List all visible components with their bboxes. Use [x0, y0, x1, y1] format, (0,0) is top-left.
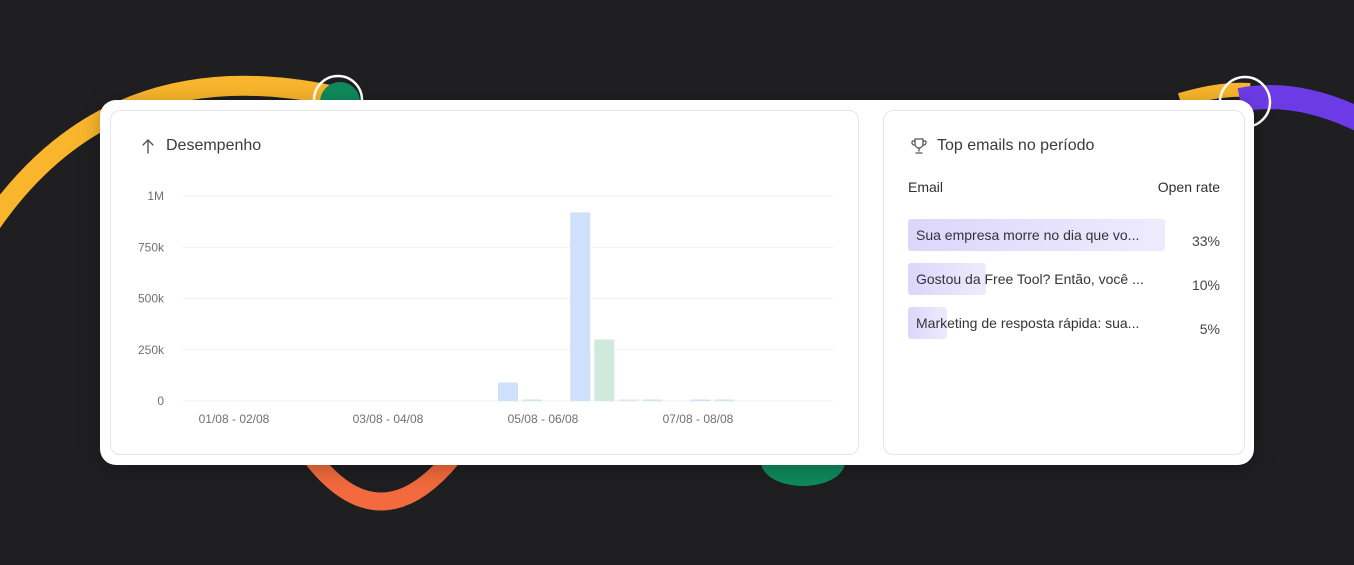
- y-tick-label: 750k: [138, 240, 165, 254]
- email-row[interactable]: Sua empresa morre no dia que vo... 33%: [908, 219, 1220, 251]
- email-bar-container: Marketing de resposta rápida: sua...: [908, 307, 1165, 339]
- chart-bar[interactable]: [618, 399, 639, 402]
- y-tick-label: 500k: [138, 292, 165, 306]
- performance-chart: 0 250k 500k 750k 1M 01/08 - 02/08 03/08 - 04/0…: [138, 189, 833, 426]
- chart-bar[interactable]: [522, 399, 543, 402]
- email-row[interactable]: Gostou da Free Tool? Então, você ... 10%: [908, 263, 1220, 295]
- top-emails-header: Top emails no período: [910, 137, 1094, 155]
- chart-bar[interactable]: [498, 382, 518, 401]
- email-open-rate: 33%: [1191, 233, 1220, 249]
- x-tick-label: 01/08 - 02/08: [199, 412, 270, 426]
- email-subject: Gostou da Free Tool? Então, você ...: [916, 271, 1144, 287]
- chart-bar[interactable]: [570, 212, 591, 401]
- x-tick-label: 07/08 - 08/08: [663, 412, 734, 426]
- y-tick-label: 1M: [147, 189, 164, 203]
- column-header-email: Email: [908, 179, 944, 195]
- email-bar-container: Sua empresa morre no dia que vo...: [908, 219, 1165, 251]
- trophy-icon: [910, 137, 928, 155]
- chart-bar[interactable]: [714, 399, 735, 402]
- y-tick-label: 0: [157, 394, 164, 408]
- x-tick-label: 05/08 - 06/08: [508, 412, 579, 426]
- chart-bar[interactable]: [594, 339, 615, 402]
- top-emails-list: Sua empresa morre no dia que vo... 33% Gos…: [908, 219, 1220, 351]
- email-subject: Sua empresa morre no dia que vo...: [916, 227, 1140, 243]
- email-open-rate: 10%: [1191, 277, 1220, 293]
- chart-bar[interactable]: [690, 399, 711, 402]
- email-subject: Marketing de resposta rápida: sua...: [916, 315, 1140, 331]
- dashboard-card: Desempenho 0 250k 500k 750k 1M 01/08 - 02/08 0…: [100, 100, 1254, 465]
- column-header-open-rate: Open rate: [1157, 179, 1220, 195]
- purple-arc-right: [1237, 85, 1354, 131]
- top-emails-title: Top emails no período: [937, 137, 1095, 154]
- y-tick-label: 250k: [138, 343, 165, 357]
- email-row[interactable]: Marketing de resposta rápida: sua... 5%: [908, 307, 1220, 339]
- email-bar-container: Gostou da Free Tool? Então, você ...: [908, 263, 1165, 295]
- email-open-rate: 5%: [1199, 321, 1220, 337]
- chart-bar[interactable]: [642, 399, 663, 402]
- x-tick-label: 03/08 - 04/08: [353, 412, 424, 426]
- top-emails-panel: Top emails no período Email Open rate Su…: [883, 110, 1245, 455]
- performance-panel: Desempenho 0 250k 500k 750k 1M 01/08 - 02/08 0…: [110, 110, 859, 455]
